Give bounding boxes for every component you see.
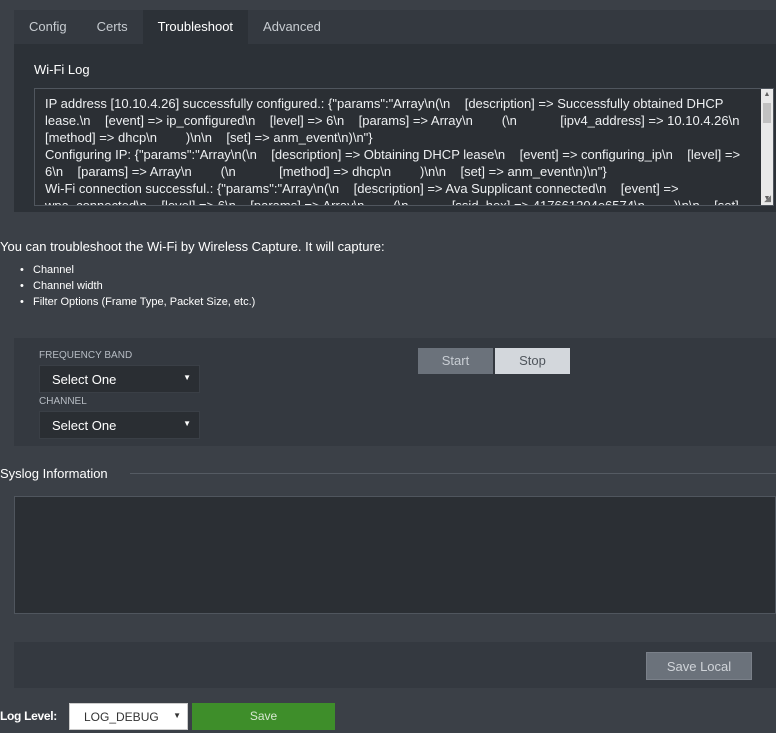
chevron-down-icon: ▼ — [183, 419, 191, 428]
list-item: Channel width — [20, 278, 255, 294]
tab-troubleshoot[interactable]: Troubleshoot — [142, 10, 249, 44]
start-capture-button[interactable]: Start — [418, 348, 493, 374]
wifi-log-title: Wi-Fi Log — [34, 62, 90, 77]
wifi-log-textarea[interactable]: IP address [10.10.4.26] successfully con… — [34, 88, 774, 206]
stop-capture-button[interactable]: Stop — [495, 348, 570, 374]
list-item: Filter Options (Frame Type, Packet Size,… — [20, 294, 255, 310]
wifi-log-content: IP address [10.10.4.26] successfully con… — [45, 96, 741, 206]
log-level-label: Log Level: — [0, 709, 58, 723]
scroll-thumb[interactable] — [763, 103, 771, 123]
log-level-value: LOG_DEBUG — [84, 710, 159, 724]
tab-bar-filler — [326, 10, 776, 44]
save-local-bar: Save Local — [14, 642, 776, 688]
syslog-title: Syslog Information — [0, 466, 108, 481]
wifi-log-panel: Wi-Fi Log IP address [10.10.4.26] succes… — [14, 44, 776, 212]
scroll-up-arrow-icon[interactable]: ▲ — [761, 89, 773, 101]
list-item: Channel — [20, 262, 255, 278]
capture-feature-list: Channel Channel width Filter Options (Fr… — [20, 262, 255, 310]
divider — [130, 473, 776, 474]
frequency-band-select[interactable]: Select One ▼ — [39, 365, 200, 393]
channel-value: Select One — [52, 418, 117, 433]
channel-label: CHANNEL — [39, 396, 87, 407]
resize-grip-icon[interactable]: ◢ — [764, 193, 771, 204]
tab-advanced[interactable]: Advanced — [248, 10, 336, 44]
capture-intro-text: You can troubleshoot the Wi-Fi by Wirele… — [0, 239, 385, 254]
tab-config[interactable]: Config — [14, 10, 82, 44]
save-local-button[interactable]: Save Local — [646, 652, 752, 680]
chevron-down-icon: ▼ — [183, 373, 191, 382]
channel-select[interactable]: Select One ▼ — [39, 411, 200, 439]
syslog-textarea[interactable] — [14, 496, 776, 614]
tab-certs[interactable]: Certs — [81, 10, 143, 44]
wireless-capture-panel: FREQUENCY BAND Select One ▼ CHANNEL Sele… — [14, 338, 776, 446]
tab-bar: Config Certs Troubleshoot Advanced — [14, 10, 336, 44]
wifi-log-scrollbar[interactable]: ▲ ▼ — [761, 89, 773, 205]
chevron-down-icon: ▼ — [173, 711, 181, 720]
log-level-select[interactable]: LOG_DEBUG ▼ — [69, 703, 188, 730]
save-button[interactable]: Save — [192, 703, 335, 730]
frequency-band-value: Select One — [52, 372, 117, 387]
frequency-band-label: FREQUENCY BAND — [39, 350, 133, 361]
